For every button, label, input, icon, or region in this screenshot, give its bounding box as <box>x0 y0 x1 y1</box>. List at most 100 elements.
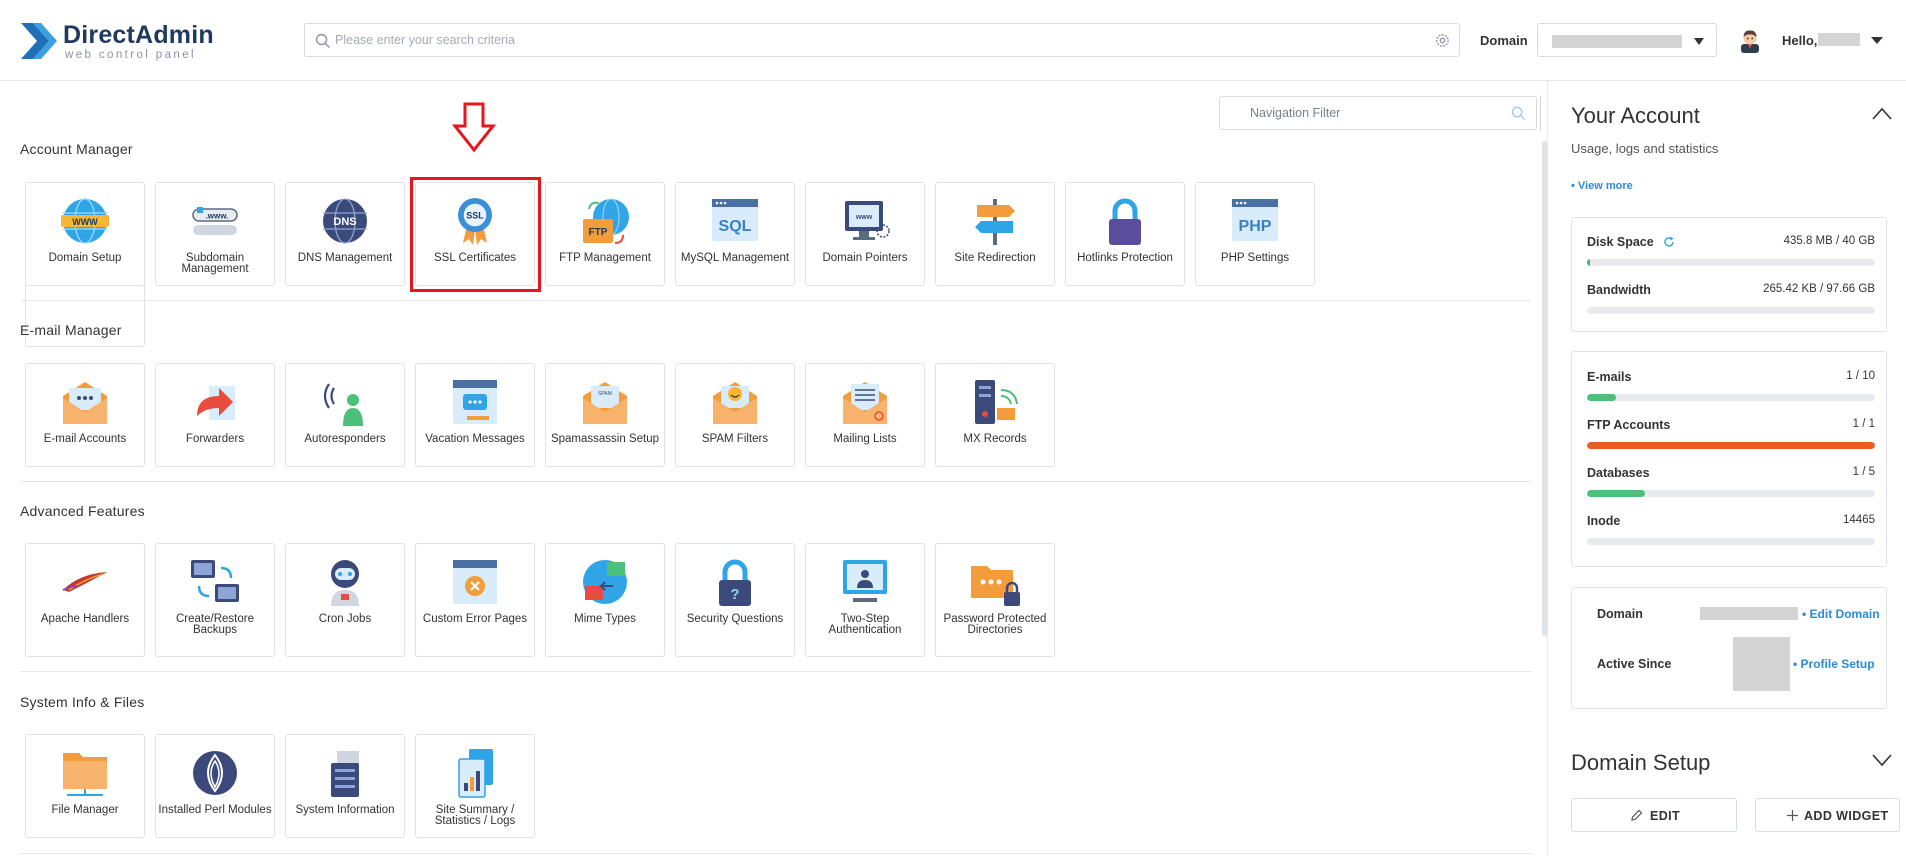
tile-email-accounts[interactable]: E-mail Accounts <box>25 363 145 467</box>
add-widget-button[interactable]: ADD WIDGET <box>1755 798 1900 832</box>
tile-cron-jobs[interactable]: Cron Jobs <box>285 543 405 657</box>
svg-text:SQL: SQL <box>719 218 752 235</box>
domain-select[interactable] <box>1537 23 1717 57</box>
vacation-message-icon <box>453 380 497 424</box>
bar-fill <box>1587 490 1645 497</box>
tile-domain-pointers[interactable]: www Domain Pointers <box>805 182 925 286</box>
domain-info-card: Domain • Edit Domain Active Since • Prof… <box>1571 587 1887 709</box>
tile-dns-management[interactable]: DNS DNS Management <box>285 182 405 286</box>
tile-mx-records[interactable]: MX Records <box>935 363 1055 467</box>
stat-name: Inode <box>1587 514 1621 528</box>
tile-mailing-lists[interactable]: Mailing Lists <box>805 363 925 467</box>
tile-vacation-messages[interactable]: Vacation Messages <box>415 363 535 467</box>
tile-custom-error-pages[interactable]: Custom Error Pages <box>415 543 535 657</box>
php-window-icon: PHP <box>1232 199 1278 241</box>
padlock-icon <box>1109 198 1141 245</box>
server-info-icon <box>331 751 359 797</box>
refresh-icon[interactable] <box>1663 236 1675 248</box>
stat-value: 1 / 10 <box>1846 370 1875 382</box>
svg-text:FTP: FTP <box>589 227 608 238</box>
emails-bar <box>1587 394 1875 401</box>
backup-monitors-icon <box>191 560 239 602</box>
tile-site-summary-statistics-logs[interactable]: Site Summary / Statistics / Logs <box>415 734 535 838</box>
tile-ftp-management[interactable]: FTP FTP Management <box>545 182 665 286</box>
tile-security-questions[interactable]: ? Security Questions <box>675 543 795 657</box>
spam-envelope-icon: SPAM <box>583 382 627 424</box>
svg-text:?: ? <box>730 586 739 603</box>
edit-domain-link[interactable]: • Edit Domain <box>1802 607 1880 621</box>
mime-types-icon <box>583 560 627 604</box>
right-sidebar: Your Account Usage, logs and statistics … <box>1547 81 1906 856</box>
tile-label: Cron Jobs <box>318 613 372 625</box>
apache-feather-icon <box>62 572 107 592</box>
tile-label: Site Summary / Statistics / Logs <box>434 804 516 827</box>
mailing-list-icon <box>843 382 887 424</box>
user-avatar-icon[interactable] <box>1737 27 1763 53</box>
file-manager-icon <box>63 753 107 796</box>
tile-create-restore-backups[interactable]: Create/Restore Backups <box>155 543 275 657</box>
svg-text:DNS: DNS <box>333 216 356 228</box>
section-title: E-mail Manager <box>20 322 122 338</box>
tile-autoresponders[interactable]: Autoresponders <box>285 363 405 467</box>
tile-label: Forwarders <box>185 433 245 445</box>
top-header: DirectAdmin web control panel Domain Hel… <box>0 0 1906 81</box>
pencil-icon <box>1631 809 1643 821</box>
perl-onion-icon <box>193 751 237 795</box>
stat-value: 1 / 1 <box>1852 418 1875 430</box>
your-account-title: Your Account <box>1571 103 1700 128</box>
stat-name: Disk Space <box>1587 235 1654 249</box>
directadmin-logo-icon <box>21 23 57 59</box>
spam-filter-icon <box>713 382 757 424</box>
tile-label: Two-Step Authentication <box>828 613 902 636</box>
global-search[interactable] <box>304 23 1460 57</box>
navigation-filter[interactable] <box>1219 96 1537 130</box>
sql-window-icon: SQL <box>712 199 758 241</box>
directadmin-logo[interactable]: DirectAdmin web control panel <box>19 19 229 63</box>
tile-spam-filters[interactable]: SPAM Filters <box>675 363 795 467</box>
chevron-down-icon[interactable] <box>1872 753 1892 767</box>
tile-mime-types[interactable]: Mime Types <box>545 543 665 657</box>
tile-label: FTP Management <box>559 252 651 264</box>
user-menu-chevron-icon[interactable] <box>1871 37 1883 44</box>
tile-label: SPAM Filters <box>701 433 769 445</box>
logo-title: DirectAdmin <box>63 21 214 49</box>
tile-mysql-management[interactable]: SQL MySQL Management <box>675 182 795 286</box>
svg-text:WWW: WWW <box>72 217 98 227</box>
tile-file-manager[interactable]: File Manager <box>25 734 145 838</box>
search-input[interactable] <box>335 24 1425 56</box>
tile-two-step-authentication[interactable]: Two-Step Authentication <box>805 543 925 657</box>
gear-icon[interactable] <box>1434 32 1451 49</box>
tile-hotlinks-protection[interactable]: Hotlinks Protection <box>1065 182 1185 286</box>
tile-spamassassin-setup[interactable]: SPAM Spamassassin Setup <box>545 363 665 467</box>
tile-php-settings[interactable]: PHP PHP Settings <box>1195 182 1315 286</box>
tile-label: Mime Types <box>574 613 636 625</box>
tile-apache-handlers[interactable]: Apache Handlers <box>25 543 145 657</box>
section-title: Account Manager <box>20 141 133 157</box>
section-divider <box>20 671 1532 672</box>
navigation-filter-input[interactable] <box>1250 97 1500 129</box>
stat-name: Bandwidth <box>1587 283 1651 297</box>
tile-system-information[interactable]: System Information <box>285 734 405 838</box>
tile-label: Site Redirection <box>954 252 1036 264</box>
tile-label: Custom Error Pages <box>422 613 528 625</box>
tile-installed-perl-modules[interactable]: Installed Perl Modules <box>155 734 275 838</box>
plus-icon <box>1787 810 1798 821</box>
statistics-icon <box>458 749 493 798</box>
stat-value: 1 / 5 <box>1852 466 1875 478</box>
tile-domain-setup[interactable]: WWW Domain Setup <box>25 182 145 286</box>
stat-value: 14465 <box>1843 514 1875 526</box>
tile-password-protected-directories[interactable]: Password Protected Directories <box>935 543 1055 657</box>
profile-setup-link[interactable]: • Profile Setup <box>1793 657 1875 671</box>
disk-space-bar <box>1587 259 1875 266</box>
stat-name: Databases <box>1587 466 1650 480</box>
edit-widget-button[interactable]: EDIT <box>1571 798 1737 832</box>
tile-site-redirection[interactable]: Site Redirection <box>935 182 1055 286</box>
tile-forwarders[interactable]: Forwarders <box>155 363 275 467</box>
view-more-link[interactable]: • View more <box>1571 180 1633 192</box>
chevron-up-icon[interactable] <box>1872 106 1892 120</box>
chevron-down-icon <box>1694 38 1704 45</box>
tile-label: Hotlinks Protection <box>1077 252 1173 264</box>
add-widget-button-label: ADD WIDGET <box>1804 809 1889 823</box>
tile-subdomain-management[interactable]: .www. Subdomain Management <box>155 182 275 286</box>
ftp-accounts-bar <box>1587 442 1875 449</box>
